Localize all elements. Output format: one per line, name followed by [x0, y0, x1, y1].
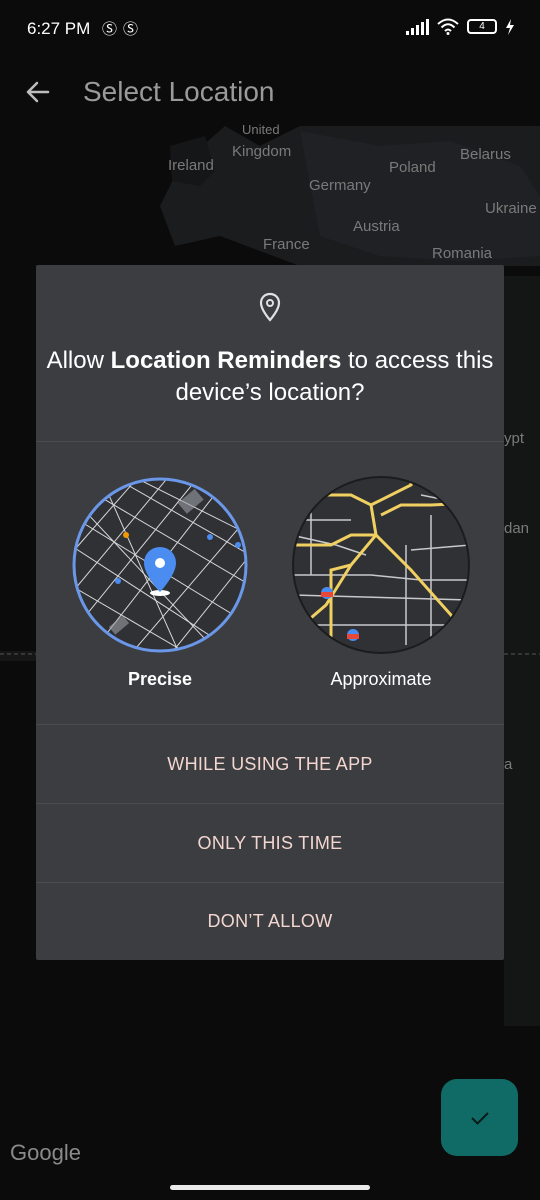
- gesture-nav-bar[interactable]: [170, 1185, 370, 1190]
- location-permission-dialog: Allow Location Reminders to access this …: [36, 265, 504, 960]
- approximate-map-illustration: [292, 476, 470, 654]
- map-label: Germany: [309, 177, 371, 194]
- battery-level: 4: [479, 21, 485, 32]
- map-label: United: [242, 122, 280, 137]
- only-this-time-button[interactable]: ONLY THIS TIME: [36, 804, 504, 882]
- map-label: Austria: [353, 218, 400, 235]
- app-name: Location Reminders: [110, 347, 342, 374]
- map-label: Belarus: [460, 146, 511, 163]
- map-label: dan: [504, 520, 530, 537]
- map-label: Poland: [389, 159, 436, 176]
- battery-icon: 4: [467, 19, 497, 34]
- location-pin-icon: [259, 292, 281, 322]
- confirm-location-button[interactable]: [441, 1079, 518, 1156]
- map-label: ypt: [504, 430, 525, 447]
- permission-prefix: Allow: [46, 347, 111, 374]
- divider: [36, 441, 504, 442]
- page-title: Select Location: [83, 76, 275, 107]
- approximate-option[interactable]: [291, 475, 471, 655]
- wifi-icon: [437, 18, 459, 35]
- status-time: 6:27 PM: [27, 19, 91, 38]
- precise-label: Precise: [127, 669, 193, 689]
- notification-icon: Ⓢ: [102, 21, 118, 38]
- check-icon: [470, 1111, 489, 1125]
- while-using-app-button[interactable]: WHILE USING THE APP: [36, 725, 504, 803]
- map-label: Romania: [432, 245, 493, 262]
- status-bar: 6:27 PM Ⓢ Ⓢ 4: [0, 0, 540, 60]
- map-label: a: [504, 756, 513, 773]
- arrow-left-icon: [26, 81, 50, 103]
- map-label: Ukraine: [485, 200, 537, 217]
- dont-allow-button[interactable]: DON’T ALLOW: [36, 882, 504, 960]
- charging-icon: [506, 18, 514, 35]
- precise-option[interactable]: [70, 475, 250, 655]
- app-bar: Select Location: [0, 60, 540, 126]
- signal-icon: [406, 18, 429, 35]
- back-button[interactable]: [20, 74, 56, 110]
- map-label: France: [263, 236, 310, 253]
- precise-map-illustration: [72, 477, 248, 653]
- map-label: Kingdom: [232, 143, 292, 160]
- approximate-label: Approximate: [330, 669, 432, 689]
- notification-icons: Ⓢ Ⓢ: [102, 18, 138, 39]
- permission-message: Allow Location Reminders to access this …: [36, 345, 504, 409]
- notification-icon: Ⓢ: [123, 21, 139, 38]
- google-logo: Google: [10, 1140, 81, 1165]
- map-label: Ireland: [168, 157, 214, 174]
